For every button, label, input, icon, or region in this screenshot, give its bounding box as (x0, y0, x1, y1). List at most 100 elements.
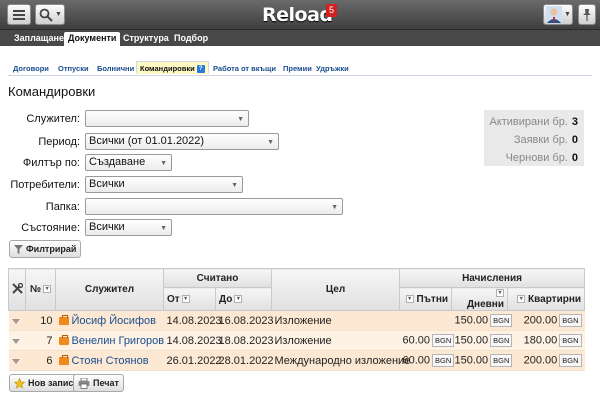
star-icon (14, 377, 25, 389)
row-lodging-value: 200.00 (523, 314, 558, 327)
row-employee[interactable]: Венелин Григоров (55, 330, 165, 351)
tab-recruitment[interactable]: Подбор (170, 32, 212, 46)
tab-documents[interactable]: Документи (64, 32, 121, 46)
row-daily-value: 150.00 (454, 354, 489, 367)
stat-drafts-value: 0 (571, 152, 578, 164)
new-record-button[interactable]: Нов запис (9, 374, 79, 392)
row-to: 28.01.2022 (215, 350, 274, 371)
employee-link[interactable]: Стоян Стоянов (72, 355, 149, 367)
pin-button[interactable] (578, 4, 596, 25)
stat-drafts-label: Чернови бр. (505, 152, 568, 164)
row-lodging-value: 200.00 (523, 354, 558, 367)
chevron-down-icon: ▼ (160, 225, 167, 232)
row-num: 6 (25, 350, 56, 371)
filter-button[interactable]: Филтрирай (9, 240, 82, 258)
sort-icon: ▾ (43, 285, 52, 294)
search-button[interactable]: ▼ (35, 4, 65, 25)
subtab-sick-leaves[interactable]: Болнични (94, 62, 137, 75)
filter-by-select[interactable]: Създаване ▼ (85, 154, 172, 171)
hamburger-icon (13, 9, 25, 20)
subtab-bonuses[interactable]: Премии (280, 62, 315, 75)
briefcase-icon (58, 334, 69, 345)
row-to: 18.08.2023 (215, 330, 274, 351)
tab-structure[interactable]: Структура (119, 32, 173, 46)
row-expander[interactable] (8, 330, 26, 351)
notification-badge[interactable]: 5 (326, 4, 337, 17)
row-lodging: 180.00 BGN (507, 330, 585, 351)
user-menu-button[interactable]: ▼ (543, 4, 573, 25)
print-button[interactable]: Печат (73, 374, 124, 392)
tools-icon (12, 282, 24, 294)
row-from: 14.08.2023 (163, 310, 222, 331)
currency-badge: BGN (559, 314, 582, 327)
subtab-business-trips[interactable]: Командировки? (136, 61, 209, 74)
row-daily: 150.00 BGN (451, 310, 513, 331)
subtab-business-trips-label: Командировки (140, 64, 195, 73)
table-row[interactable]: 7 Венелин Григоров 14.08.2023 18.08.2023… (8, 330, 585, 351)
daily-header-label: Дневни (466, 299, 504, 310)
to-header[interactable]: До ▾ (215, 287, 272, 311)
counted-header: Считано (163, 268, 272, 288)
folder-select[interactable]: ▼ (85, 198, 343, 215)
employee-link[interactable]: Венелин Григоров (72, 335, 165, 347)
printer-icon (78, 377, 90, 389)
row-lodging: 200.00 BGN (507, 310, 585, 331)
goal-header[interactable]: Цел (271, 268, 400, 311)
employee-header[interactable]: Служител (55, 268, 164, 311)
row-expander[interactable] (8, 350, 26, 371)
subtab-remote-work[interactable]: Работа от вкъщи (210, 62, 279, 75)
filter-button-label: Филтрирай (26, 244, 77, 254)
stat-drafts: Чернови бр. 0 (506, 152, 578, 164)
briefcase-icon (58, 354, 69, 365)
chevron-down-icon (11, 318, 20, 324)
trips-table: № ▾ Служител Считано Цел Начисления От ▾ Д… (8, 268, 586, 371)
new-record-label: Нов запис (28, 378, 74, 388)
travel-header[interactable]: ▾ Пътни (399, 287, 452, 311)
sort-icon: ▾ (181, 294, 190, 303)
row-employee[interactable]: Йосиф Йосифов (55, 310, 164, 331)
row-daily: 150.00 BGN (451, 350, 513, 371)
row-expander[interactable] (8, 310, 26, 331)
from-header[interactable]: От ▾ (163, 287, 216, 311)
lodging-header[interactable]: ▾ Квартирни (506, 287, 586, 311)
num-header[interactable]: № ▾ (25, 268, 56, 311)
from-header-label: От (167, 293, 180, 305)
table-row[interactable]: 10 Йосиф Йосифов 14.08.2023 16.08.2023 И… (8, 310, 585, 331)
stat-activated-value: 3 (571, 116, 578, 128)
period-select[interactable]: Всички (от 01.01.2022) ▼ (85, 133, 279, 150)
app-title: Reload (262, 4, 333, 26)
currency-badge: BGN (490, 354, 513, 367)
row-lodging-value: 180.00 (523, 334, 558, 347)
tools-header[interactable] (8, 268, 26, 311)
search-icon (39, 8, 53, 22)
subtab-contracts[interactable]: Договори (10, 62, 52, 75)
tab-payroll[interactable]: Заплащане (10, 32, 68, 46)
state-select[interactable]: Всички ▼ (85, 219, 172, 236)
subtab-leaves[interactable]: Отпуски (55, 62, 92, 75)
sort-icon: ▾ (405, 294, 414, 303)
row-travel (399, 310, 452, 331)
row-daily: 150.00 BGN (451, 330, 513, 351)
row-employee[interactable]: Стоян Стоянов (55, 350, 164, 371)
sub-tabs: Договори Отпуски Болнични Командировки? … (8, 60, 592, 76)
stat-requests: Заявки бр. 0 (514, 134, 578, 146)
employee-link[interactable]: Йосиф Йосифов (72, 315, 156, 327)
table-row[interactable]: 6 Стоян Стоянов 26.01.2022 28.01.2022 Ме… (8, 350, 585, 371)
users-select[interactable]: Всички ▼ (85, 176, 243, 193)
daily-header[interactable]: ▾ Дневни (451, 287, 508, 311)
users-label: Потребители: (10, 179, 80, 191)
row-goal: Изложение (271, 310, 400, 331)
help-icon[interactable]: ? (196, 65, 205, 74)
filter-by-select-value: Създаване (89, 156, 146, 168)
subtab-deductions[interactable]: Удръжки (313, 62, 352, 75)
row-num: 10 (25, 310, 56, 331)
sort-icon: ▾ (517, 294, 526, 303)
briefcase-icon (58, 314, 69, 325)
row-num: 7 (25, 330, 56, 351)
row-travel-value: 60.00 (402, 334, 431, 347)
menu-button[interactable] (7, 4, 31, 25)
chevron-down-icon: ▼ (267, 139, 274, 146)
employee-select[interactable]: ▼ (85, 110, 249, 127)
travel-header-label: Пътни (416, 293, 448, 305)
main-tabs: Заплащане Документи Структура Подбор (0, 30, 600, 46)
